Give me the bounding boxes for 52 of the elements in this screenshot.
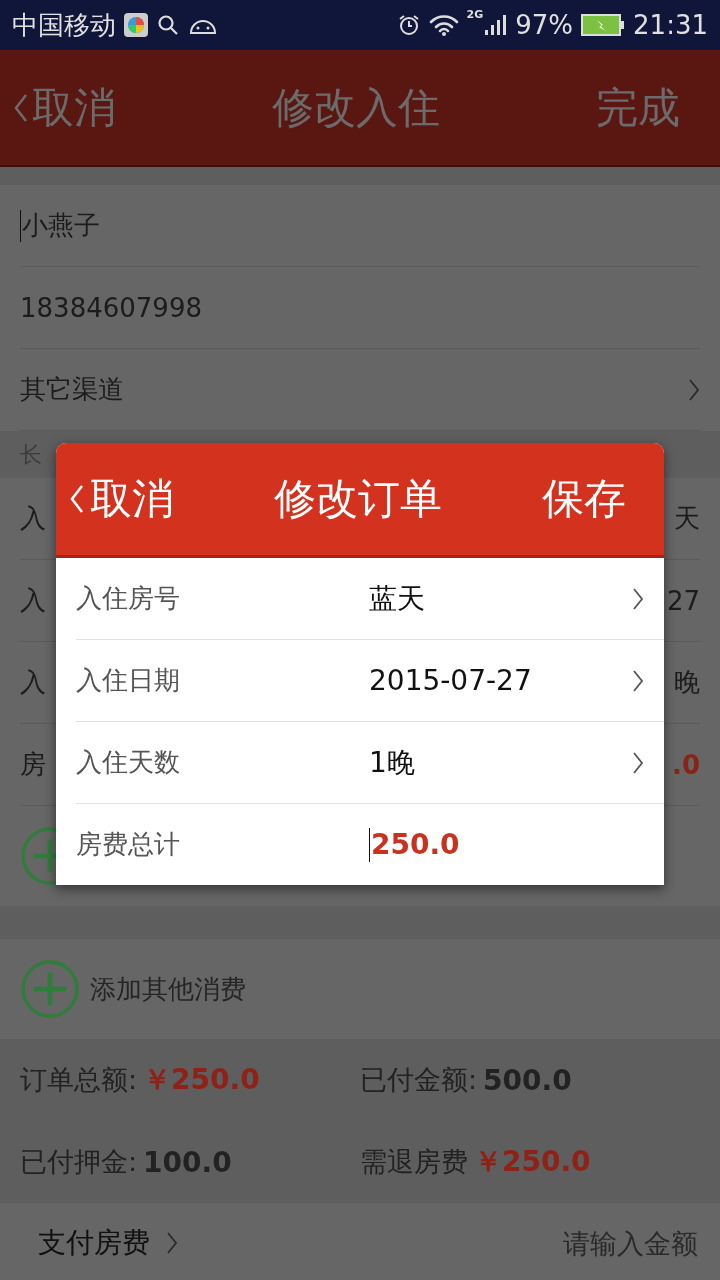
pay-button[interactable]: 支付房费 (38, 1224, 178, 1262)
total-label: 已付押金: (20, 1145, 138, 1179)
row-label: 入 (20, 666, 46, 699)
chevron-icon (632, 750, 644, 775)
clock: 21:31 (633, 10, 708, 40)
back-icon (70, 484, 84, 514)
amount-field[interactable]: 250.0 (369, 827, 664, 862)
add-other-button[interactable]: 添加其他消费 (20, 959, 246, 1019)
select-field[interactable]: 1晚 (369, 743, 664, 782)
total-label: 需退房费 (360, 1145, 468, 1179)
add-icon (20, 959, 80, 1019)
battery-percent: 97% (515, 10, 574, 40)
field-label: 入住房号 (76, 582, 181, 615)
select-field[interactable]: 2015-07-27 (369, 664, 664, 697)
cancel-button[interactable]: 取消 (70, 471, 174, 527)
field-label: 入住天数 (76, 746, 181, 779)
row-value: 27 (666, 585, 700, 616)
back-icon (14, 92, 28, 123)
cancel-button[interactable]: 取消 (14, 79, 116, 136)
total-value: 100.0 (143, 1145, 232, 1179)
total-label: 已付金额: (360, 1063, 478, 1097)
app-icon (124, 13, 148, 37)
row-label: 入 (20, 502, 46, 535)
save-button[interactable]: 保存 (542, 471, 626, 527)
select-field[interactable]: 蓝天 (369, 579, 664, 618)
chevron-icon (688, 377, 700, 402)
total-value: ￥250.0 (143, 1062, 260, 1098)
row-label: 房 (20, 748, 46, 781)
carrier-name: 中国移动 (12, 8, 116, 42)
wifi-icon (428, 13, 459, 37)
row-label: 入 (20, 584, 46, 617)
total-label: 订单总额: (20, 1063, 138, 1097)
signal-icon (483, 13, 508, 37)
amount-field[interactable]: 请输入金额 (496, 1226, 700, 1260)
row-value: 晚 (674, 666, 700, 699)
dialog-title: 修改订单 (274, 473, 442, 525)
battery-icon (581, 14, 626, 36)
field-label: 房费总计 (76, 828, 181, 861)
total-value: ￥250.0 (474, 1144, 591, 1180)
chevron-icon (632, 668, 644, 693)
phone-field[interactable]: 18384607998 (20, 292, 202, 323)
row-value: 天 (674, 502, 700, 535)
page-title: 修改入住 (272, 81, 440, 134)
total-value: 500.0 (483, 1063, 572, 1097)
chevron-icon (166, 1231, 178, 1255)
chevron-icon (632, 586, 644, 611)
field-label: 入住日期 (76, 664, 181, 697)
search-icon (156, 13, 180, 37)
name-field[interactable]: 小燕子 (20, 208, 100, 243)
row-value: .0 (672, 749, 700, 780)
network-type: 2G (466, 8, 484, 21)
done-button[interactable]: 完成 (596, 79, 680, 136)
